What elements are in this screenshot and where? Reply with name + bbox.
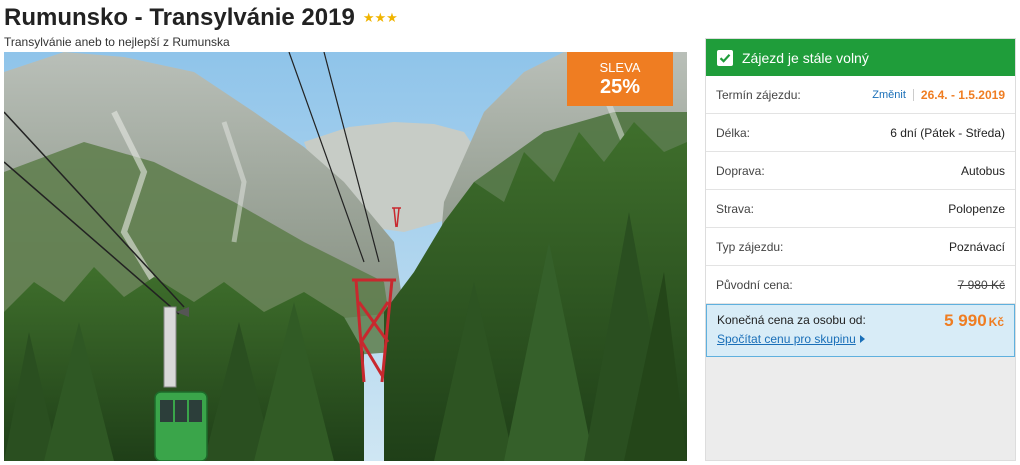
tour-photo: SLEVA 25% bbox=[4, 52, 687, 461]
tour-type-label: Typ zájezdu: bbox=[716, 239, 784, 254]
term-value-wrap: Změnit 26.4. - 1.5.2019 bbox=[872, 88, 1005, 102]
transport-label: Doprava: bbox=[716, 163, 765, 178]
length-label: Délka: bbox=[716, 125, 751, 140]
group-price-link-text: Spočítat cenu pro skupinu bbox=[717, 332, 856, 346]
original-price-value: 7 980 Kč bbox=[957, 277, 1005, 292]
mountain-cable-car-image bbox=[4, 52, 687, 461]
final-price: 5 990 Kč bbox=[944, 311, 1004, 331]
transport-value: Autobus bbox=[960, 163, 1005, 178]
final-price-amount: 5 990 bbox=[944, 311, 987, 330]
detail-row-original-price: Původní cena: 7 980 Kč bbox=[706, 266, 1015, 304]
detail-row-tour-type: Typ zájezdu: Poznávací bbox=[706, 228, 1015, 266]
availability-banner: Zájezd je stále volný bbox=[706, 39, 1015, 76]
page-subtitle: Transylvánie aneb to nejlepší z Rumunska bbox=[4, 35, 230, 49]
final-price-currency: Kč bbox=[988, 315, 1004, 329]
term-dates: 26.4. - 1.5.2019 bbox=[920, 87, 1005, 102]
term-label: Termín zájezdu: bbox=[716, 87, 801, 102]
tour-summary-panel: Zájezd je stále volný Termín zájezdu: Zm… bbox=[705, 38, 1016, 461]
final-price-box: Konečná cena za osobu od: 5 990 Kč Spočít… bbox=[706, 304, 1015, 357]
board-value: Polopenze bbox=[948, 201, 1005, 216]
page-title: Rumunsko - Transylvánie 2019 bbox=[4, 4, 355, 31]
detail-row-board: Strava: Polopenze bbox=[706, 190, 1015, 228]
group-price-link[interactable]: Spočítat cenu pro skupinu bbox=[717, 332, 865, 346]
board-label: Strava: bbox=[716, 201, 755, 216]
detail-row-transport: Doprava: Autobus bbox=[706, 152, 1015, 190]
chevron-right-icon bbox=[859, 335, 865, 343]
detail-row-length: Délka: 6 dní (Pátek - Středa) bbox=[706, 114, 1015, 152]
original-price-label: Původní cena: bbox=[716, 277, 793, 292]
checkbox-check-icon bbox=[717, 49, 733, 66]
tour-details-list: Termín zájezdu: Změnit 26.4. - 1.5.2019 … bbox=[706, 76, 1015, 304]
discount-value: 25% bbox=[599, 76, 641, 98]
length-value: 6 dní (Pátek - Středa) bbox=[890, 125, 1005, 140]
discount-label: SLEVA bbox=[599, 60, 641, 75]
detail-row-term: Termín zájezdu: Změnit 26.4. - 1.5.2019 bbox=[706, 76, 1015, 114]
change-date-link[interactable]: Změnit bbox=[872, 88, 914, 101]
star-rating: ★★★ bbox=[362, 10, 398, 25]
title-row: Rumunsko - Transylvánie 2019 ★★★ bbox=[4, 2, 398, 34]
discount-badge: SLEVA 25% bbox=[567, 52, 673, 106]
availability-text: Zájezd je stále volný bbox=[742, 49, 869, 66]
tour-type-value: Poznávací bbox=[948, 239, 1005, 254]
